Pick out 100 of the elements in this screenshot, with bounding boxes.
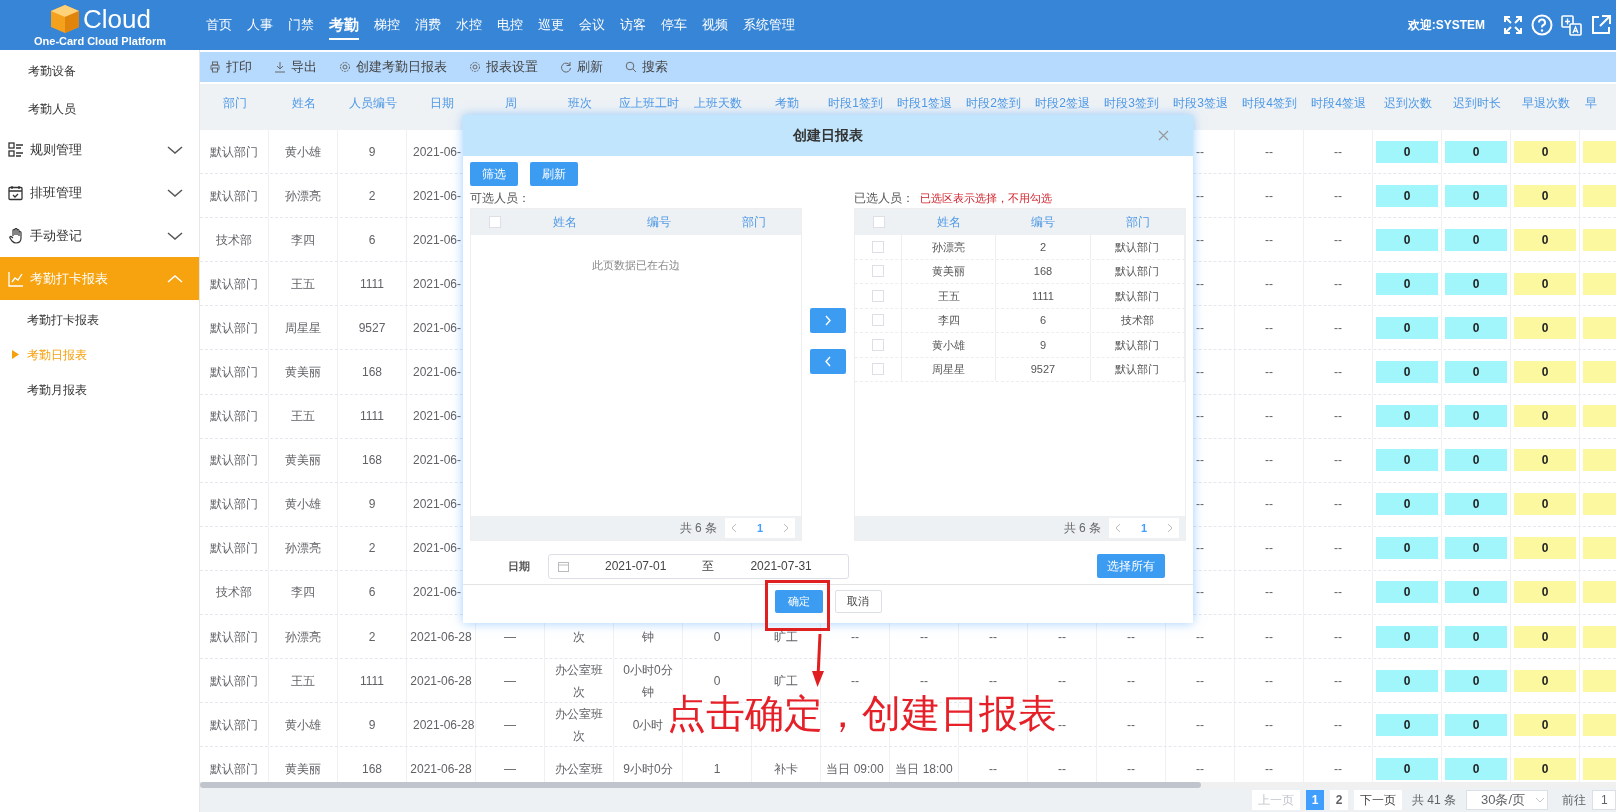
move-right-button[interactable] <box>810 308 846 333</box>
chevron-left-icon[interactable] <box>1115 523 1121 533</box>
line-chart-icon <box>8 270 24 287</box>
toolbar-button[interactable]: 报表设置 <box>469 57 538 77</box>
table-cell-text: -- <box>1334 496 1342 514</box>
table-cell-text: 9527 <box>1030 362 1056 377</box>
sidebar-subitem[interactable]: 考勤日报表 <box>0 337 199 372</box>
row-checkbox[interactable] <box>872 240 884 253</box>
nav-tab[interactable]: 梯控 <box>374 15 400 35</box>
nav-tab[interactable]: 消费 <box>415 15 441 35</box>
table-cell-text: 技术部 <box>216 231 252 249</box>
table-cell-text: 2021-06- <box>413 540 462 558</box>
table-cell-text: 李四 <box>291 231 315 249</box>
sidebar-subitem[interactable]: 考勤月报表 <box>0 372 199 407</box>
nav-tab[interactable]: 停车 <box>661 15 687 35</box>
count-cell: 0 <box>1514 757 1576 780</box>
row-checkbox[interactable] <box>872 289 884 302</box>
table-cell-text: 2021-06-28 <box>410 628 472 646</box>
table-cell-text: 补卡 <box>774 760 798 778</box>
page-size-select[interactable]: 30条/页 <box>1466 790 1548 810</box>
nav-tab[interactable]: 视频 <box>702 15 728 35</box>
count-cell: 0 <box>1445 625 1507 648</box>
sidebar-group[interactable]: 排班管理 <box>0 171 199 214</box>
sidebar-group[interactable]: 规则管理 <box>0 128 199 171</box>
select-all-checkbox[interactable] <box>488 216 501 228</box>
fullscreen-icon[interactable] <box>1503 15 1523 35</box>
help-icon[interactable] <box>1531 14 1553 36</box>
sidebar-group[interactable]: 考勤打卡报表 <box>0 257 199 300</box>
table-cell-text: -- <box>1265 452 1273 470</box>
printer-icon <box>209 61 221 73</box>
count-cell: 0 <box>1445 757 1507 780</box>
cancel-button[interactable]: 取消 <box>834 590 882 613</box>
dialog-button[interactable]: 刷新 <box>530 162 578 186</box>
count-cell: 0 <box>1376 361 1438 383</box>
calendar-icon <box>8 184 24 201</box>
select-all-checkbox[interactable] <box>872 216 885 228</box>
nav-tab[interactable]: 巡更 <box>538 15 564 35</box>
toolbar-button[interactable]: 刷新 <box>560 57 603 77</box>
translate-icon[interactable] <box>1561 14 1582 36</box>
nav-tab[interactable]: 系统管理 <box>743 15 795 35</box>
nav-tab[interactable]: 首页 <box>206 15 232 35</box>
chevron-right-icon[interactable] <box>783 523 789 533</box>
row-checkbox[interactable] <box>872 338 884 351</box>
toolbar-button[interactable]: 打印 <box>209 57 252 77</box>
nav-tab[interactable]: 会议 <box>579 15 605 35</box>
table-cell-text: 2021-06- <box>413 187 462 205</box>
table-cell-text: -- <box>1265 628 1273 646</box>
chevron-left-icon[interactable] <box>731 523 737 533</box>
page-number[interactable]: 1 <box>756 519 764 537</box>
chevron-down-icon <box>167 230 183 241</box>
count-cell: 0 <box>1376 405 1438 428</box>
confirm-button[interactable]: 确定 <box>774 590 823 613</box>
table-cell-text: 默认部门 <box>210 672 258 690</box>
select-all-button[interactable]: 选择所有 <box>1097 554 1165 578</box>
table-cell-text: -- <box>1196 452 1204 470</box>
count-cell: 0 <box>1376 449 1438 472</box>
page-number[interactable]: 1 <box>1140 519 1148 537</box>
total-count: 共 6 条 <box>679 520 717 537</box>
sidebar-item[interactable]: 考勤设备 <box>0 52 199 90</box>
brand-subtitle: One-Card Cloud Platform <box>34 34 166 48</box>
nav-tab[interactable]: 门禁 <box>288 15 314 35</box>
sidebar-group[interactable]: 手动登记 <box>0 214 199 257</box>
toolbar-button[interactable]: 搜索 <box>625 57 668 77</box>
page-button[interactable]: 1 <box>1306 790 1324 810</box>
row-checkbox[interactable] <box>872 314 884 327</box>
table-cell-text: -- <box>1196 628 1204 646</box>
table-cell-text: 次 <box>573 628 585 646</box>
table-cell-text: 1111 <box>360 408 384 426</box>
toolbar-button[interactable]: 导出 <box>274 57 317 77</box>
close-icon[interactable] <box>1158 130 1169 141</box>
toolbar-button[interactable]: 创建考勤日报表 <box>339 57 447 77</box>
dialog-button[interactable]: 筛选 <box>470 162 518 186</box>
table-cell-text: 2021-06-28 <box>410 760 472 778</box>
sidebar-subitem[interactable]: 考勤打卡报表 <box>0 302 199 337</box>
nav-tab[interactable]: 考勤 <box>329 9 359 41</box>
next-page-button[interactable]: 下一页 <box>1354 790 1402 810</box>
row-checkbox[interactable] <box>872 265 884 278</box>
arrow-annotation <box>811 633 825 688</box>
nav-tab[interactable]: 人事 <box>247 15 273 35</box>
nav-tab[interactable]: 访客 <box>620 15 646 35</box>
date-range-field[interactable]: 2021-07-01 至 2021-07-31 <box>548 553 849 579</box>
count-cell: 0 <box>1376 272 1438 295</box>
row-checkbox[interactable] <box>872 363 884 376</box>
move-left-button[interactable] <box>810 349 846 374</box>
table-cell-text: 1 <box>713 760 721 778</box>
table-cell-text: 默认部门 <box>210 275 258 293</box>
chevron-right-icon[interactable] <box>1167 523 1173 533</box>
table-cell-text: 黄美丽 <box>285 364 321 381</box>
external-link-icon[interactable] <box>1590 14 1612 36</box>
table-cell-text: 默认部门 <box>1115 337 1160 353</box>
count-cell: 0 <box>1376 625 1438 648</box>
table-cell-text: -- <box>1196 408 1204 426</box>
scrollbar-thumb[interactable] <box>200 782 1201 788</box>
nav-tab[interactable]: 水控 <box>456 15 482 35</box>
page-input[interactable]: 1 <box>1592 790 1616 810</box>
page-button[interactable]: 2 <box>1330 790 1348 810</box>
table-cell-text: 6 <box>368 231 376 249</box>
table-cell-text: -- <box>1334 760 1342 778</box>
sidebar-item[interactable]: 考勤人员 <box>0 90 199 128</box>
nav-tab[interactable]: 电控 <box>497 15 523 35</box>
